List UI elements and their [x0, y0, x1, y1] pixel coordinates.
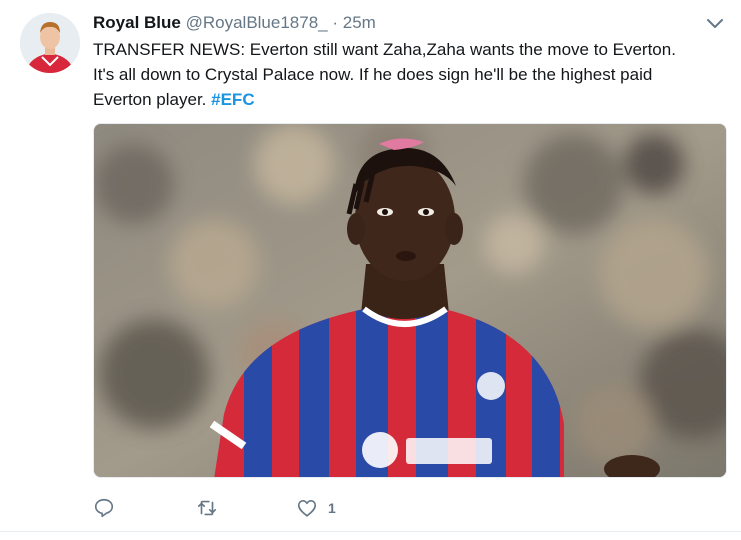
tweet-text-content: TRANSFER NEWS: Everton still want Zaha,Z…	[93, 40, 676, 109]
tweet-media[interactable]	[93, 123, 727, 478]
more-options-button[interactable]	[704, 14, 726, 34]
avatar-image	[20, 13, 80, 73]
tweet[interactable]: Royal Blue @RoyalBlue1878_ · 25m TRANSFE…	[0, 0, 741, 540]
heart-icon	[297, 500, 317, 517]
retweet-button[interactable]	[195, 496, 219, 520]
author-name[interactable]: Royal Blue	[93, 13, 181, 32]
author-handle[interactable]: @RoyalBlue1878_	[186, 13, 328, 32]
retweet-icon	[197, 500, 217, 516]
footballer-photo	[94, 124, 726, 477]
avatar[interactable]	[20, 13, 80, 73]
tweet-text: TRANSFER NEWS: Everton still want Zaha,Z…	[93, 37, 693, 112]
time-separator: ·	[332, 13, 339, 32]
reply-button[interactable]	[93, 496, 115, 520]
hashtag-link[interactable]: #EFC	[211, 90, 254, 109]
reply-icon	[94, 498, 114, 518]
timestamp[interactable]: 25m	[343, 13, 376, 32]
tweet-divider	[0, 531, 741, 532]
like-button[interactable]: 1	[296, 496, 336, 520]
tweet-header: Royal Blue @RoyalBlue1878_ · 25m	[93, 12, 376, 34]
like-count: 1	[328, 500, 336, 516]
chevron-down-icon	[707, 19, 723, 28]
